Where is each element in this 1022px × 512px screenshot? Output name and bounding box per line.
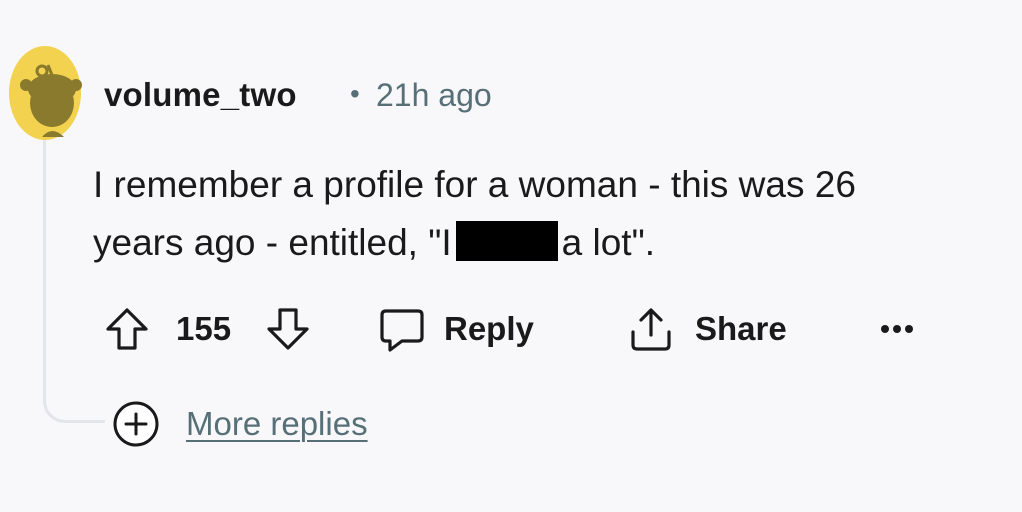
share-label: Share — [695, 310, 787, 347]
plus-circle-icon[interactable] — [112, 400, 160, 448]
reply-button[interactable]: Reply — [378, 304, 534, 354]
comment-body-line-2-end: a lot". — [561, 222, 656, 263]
author-username[interactable]: volume_two — [104, 76, 297, 114]
arrow-down-icon — [265, 306, 311, 352]
vote-score-label: 155 — [176, 310, 232, 347]
avatar[interactable] — [8, 45, 82, 141]
speech-bubble-icon — [378, 305, 426, 353]
ellipsis-icon — [880, 323, 914, 335]
comment-body: I remember a profile for a woman - this … — [93, 156, 1008, 272]
comment-body-line-2-start: years ago - entitled, "I — [93, 222, 452, 263]
comment-page: volume_two • 21h ago I remember a profil… — [0, 0, 1022, 512]
share-button[interactable]: Share — [627, 304, 787, 354]
comment-body-line-2: years ago - entitled, "I a lot". — [93, 214, 1008, 272]
arrow-up-icon — [104, 306, 150, 352]
comment-body-line-1: I remember a profile for a woman - this … — [93, 164, 856, 205]
share-icon — [627, 305, 675, 353]
downvote-button[interactable] — [265, 304, 311, 354]
redaction-box — [455, 221, 558, 261]
comment-timestamp[interactable]: 21h ago — [376, 77, 492, 114]
more-options-button[interactable] — [880, 304, 914, 354]
meta-separator: • — [350, 78, 360, 109]
vote-score: 155 — [176, 304, 231, 354]
more-replies[interactable]: More replies — [112, 400, 368, 448]
comment-actions: 155 Reply Share — [100, 304, 930, 354]
reply-label: Reply — [444, 310, 534, 347]
upvote-button[interactable] — [104, 304, 150, 354]
more-replies-link[interactable]: More replies — [186, 405, 368, 443]
